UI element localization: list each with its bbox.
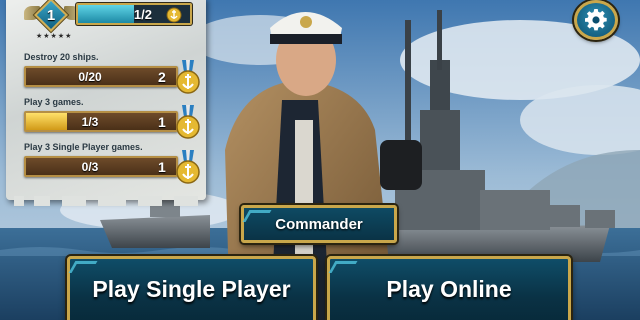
- mission-label: Play 3 games.: [24, 97, 84, 107]
- commander-button[interactable]: Commander: [241, 205, 397, 243]
- play-online-label: Play Online: [386, 276, 512, 302]
- mission-progress-text: 1/3: [81, 115, 99, 129]
- button-corner-accent: [68, 261, 98, 273]
- missions-panel: 1 1/2 ★★★★★ Destroy 20 ships. 0/20 2 Pla…: [6, 0, 206, 206]
- mission-progress-text: 0/20: [78, 70, 102, 84]
- commander-button-label: Commander: [275, 215, 363, 233]
- button-corner-accent: [328, 261, 358, 273]
- settings-button[interactable]: [574, 0, 618, 40]
- xp-progress-fill: [78, 5, 134, 23]
- mission-progress-text: 0/3: [81, 160, 99, 174]
- rank-stars: ★★★★★: [36, 33, 73, 40]
- mission-reward-count: 1: [158, 114, 166, 130]
- xp-progress-text: 1/2: [133, 7, 152, 22]
- mission-reward-count: 1: [158, 159, 166, 175]
- play-online-button[interactable]: Play Online: [327, 256, 571, 320]
- mission-progress-bar: 1/3 1: [24, 111, 178, 132]
- play-single-player-button[interactable]: Play Single Player: [67, 256, 316, 320]
- anchor-medal-icon: [176, 60, 200, 94]
- anchor-medal-icon: [176, 150, 200, 184]
- mission-progress-bar: 0/20 2: [24, 66, 178, 87]
- anchor-medal-icon: [166, 7, 182, 23]
- rank-number: 1: [46, 6, 56, 24]
- rank-badge: 1: [34, 0, 68, 32]
- anchor-medal-icon: [176, 105, 200, 139]
- gear-icon: [585, 9, 607, 31]
- mission-label: Play 3 Single Player games.: [24, 142, 143, 152]
- mission-label: Destroy 20 ships.: [24, 52, 99, 62]
- xp-progress-bar: 1/2: [76, 3, 192, 25]
- mission-progress-bar: 0/3 1: [24, 156, 178, 177]
- play-single-player-label: Play Single Player: [92, 276, 291, 302]
- mission-reward-count: 2: [158, 69, 166, 85]
- button-corner-accent: [242, 210, 272, 222]
